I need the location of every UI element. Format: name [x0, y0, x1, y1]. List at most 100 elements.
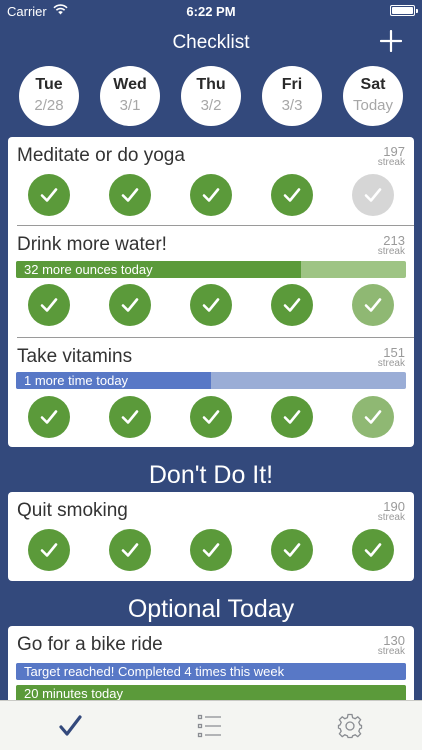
check-circle-done[interactable] [190, 529, 232, 571]
check-circle-done[interactable] [28, 174, 70, 216]
checkmark-icon [40, 188, 58, 202]
habit-title: Take vitamins [17, 346, 133, 367]
day-name: Sat [360, 76, 386, 93]
checkmark-icon [40, 298, 58, 312]
progress-bar: 32 more ounces today [16, 261, 406, 278]
checkmark-icon [121, 188, 139, 202]
streak-label: streak [377, 512, 405, 523]
status-bar: Carrier 6:22 PM [0, 0, 422, 22]
day-wed[interactable]: Wed 3/1 [100, 66, 160, 126]
section-title-dont: Don't Do It! [148, 461, 274, 489]
list-icon [197, 714, 221, 738]
check-circle-done[interactable] [109, 284, 151, 326]
status-time: 6:22 PM [186, 4, 236, 19]
check-circle-done[interactable] [28, 284, 70, 326]
check-row [28, 529, 394, 571]
habit-title: Quit smoking [17, 500, 128, 521]
checkmark-icon [283, 410, 301, 424]
check-circle-done[interactable] [271, 529, 313, 571]
check-circle-done[interactable] [190, 396, 232, 438]
check-circle-done[interactable] [271, 284, 313, 326]
progress-label: Target reached! Completed 4 times this w… [24, 664, 285, 679]
check-row [28, 396, 394, 438]
check-row [28, 284, 394, 326]
check-circle-done[interactable] [271, 174, 313, 216]
streak-badge: 130 streak [378, 634, 405, 657]
checkmark-icon [364, 543, 382, 557]
progress-bar: 1 more time today [16, 372, 406, 389]
checkmark-icon [121, 298, 139, 312]
progress-label: 20 minutes today [24, 686, 124, 701]
streak-badge: 213 streak [378, 234, 405, 257]
habit-meditate[interactable]: Meditate or do yoga 197 streak [8, 137, 414, 225]
streak-badge: 151 streak [378, 346, 405, 369]
day-fri[interactable]: Fri 3/3 [262, 66, 322, 126]
day-name: Wed [113, 76, 147, 93]
streak-badge: 197 streak [378, 145, 405, 168]
streak-badge: 190 streak [378, 500, 405, 523]
day-date: 3/1 [119, 97, 141, 114]
habits-card: Meditate or do yoga 197 streak Drink mor… [8, 137, 414, 447]
check-circle-done[interactable] [28, 396, 70, 438]
habit-title: Go for a bike ride [17, 634, 163, 655]
checkmark-icon [121, 543, 139, 557]
day-date: 2/28 [34, 97, 64, 114]
checkmark-icon [40, 410, 58, 424]
streak-label: streak [377, 358, 405, 369]
checkmark-icon [40, 543, 58, 557]
gear-icon [337, 713, 363, 739]
add-habit-button[interactable] [379, 29, 403, 53]
page-title: Checklist [172, 32, 250, 53]
checkmark-icon [283, 543, 301, 557]
progress-label: 1 more time today [24, 373, 129, 388]
checkmark-icon [364, 188, 382, 202]
streak-label: streak [377, 157, 405, 168]
day-selector: Tue 2/28 Wed 3/1 Thu 3/2 Fri 3/3 Sat Tod… [19, 66, 403, 126]
habit-water[interactable]: Drink more water! 213 streak 32 more oun… [8, 226, 414, 337]
day-name: Fri [281, 76, 303, 93]
check-circle-partial[interactable] [352, 396, 394, 438]
tab-bar [0, 700, 422, 750]
checkmark-icon [202, 298, 220, 312]
check-circle-done[interactable] [190, 284, 232, 326]
tab-checklist[interactable] [0, 701, 140, 750]
plus-icon [379, 29, 403, 53]
check-circle-done[interactable] [352, 529, 394, 571]
check-circle-done[interactable] [109, 396, 151, 438]
day-date: Today [352, 97, 394, 114]
checkmark-icon [202, 188, 220, 202]
day-thu[interactable]: Thu 3/2 [181, 66, 241, 126]
streak-label: streak [377, 246, 405, 257]
checkmark-icon [202, 410, 220, 424]
progress-bar: Target reached! Completed 4 times this w… [16, 663, 406, 680]
check-circle-done[interactable] [109, 529, 151, 571]
dont-card: Quit smoking 190 streak [8, 492, 414, 581]
checkmark-icon [283, 298, 301, 312]
progress-label: 32 more ounces today [24, 262, 153, 277]
tab-habits-list[interactable] [140, 701, 280, 750]
check-row [28, 174, 394, 216]
check-circle-done[interactable] [190, 174, 232, 216]
section-title-optional: Optional Today [127, 595, 295, 623]
checkmark-icon [364, 410, 382, 424]
check-circle-done[interactable] [28, 529, 70, 571]
day-sat[interactable]: Sat Today [343, 66, 403, 126]
battery-icon [390, 5, 418, 16]
streak-label: streak [377, 646, 405, 657]
checkmark-icon [59, 715, 82, 736]
checkmark-icon [364, 298, 382, 312]
check-circle-partial[interactable] [352, 284, 394, 326]
day-tue[interactable]: Tue 2/28 [19, 66, 79, 126]
habit-vitamins[interactable]: Take vitamins 151 streak 1 more time tod… [8, 338, 414, 447]
habit-quit-smoking[interactable]: Quit smoking 190 streak [8, 492, 414, 581]
check-circle-done[interactable] [271, 396, 313, 438]
checkmark-icon [202, 543, 220, 557]
tab-settings[interactable] [280, 701, 420, 750]
day-date: 3/3 [281, 97, 303, 114]
habit-title: Drink more water! [17, 234, 167, 255]
checkmark-icon [283, 188, 301, 202]
check-circle-empty[interactable] [352, 174, 394, 216]
check-circle-done[interactable] [109, 174, 151, 216]
day-date: 3/2 [200, 97, 222, 114]
habit-title: Meditate or do yoga [17, 145, 185, 166]
